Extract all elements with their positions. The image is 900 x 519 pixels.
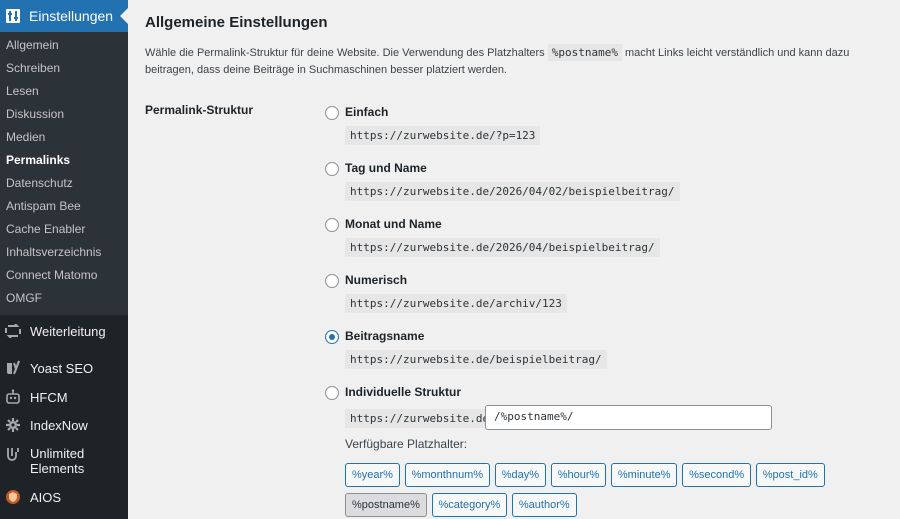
sidebar-item-schreiben[interactable]: Schreiben bbox=[0, 57, 128, 80]
sidebar-header-label: Einstellungen bbox=[29, 8, 114, 24]
sidebar-item-datenschutz[interactable]: Datenschutz bbox=[0, 172, 128, 195]
sidebar-item-weiterleitung[interactable]: Weiterleitung bbox=[0, 315, 128, 347]
option-label[interactable]: Monat und Name bbox=[345, 217, 442, 231]
option-example: https://zurwebsite.de/2026/04/02/beispie… bbox=[345, 182, 680, 201]
sidebar-item-antispam-bee[interactable]: Antispam Bee bbox=[0, 195, 128, 218]
sidebar-item-cache-enabler[interactable]: Cache Enabler bbox=[0, 218, 128, 241]
custom-structure-base: https://zurwebsite.de bbox=[345, 409, 495, 428]
custom-structure-input[interactable]: /%postname%/ bbox=[485, 405, 772, 430]
sidebar-item-diskussion[interactable]: Diskussion bbox=[0, 103, 128, 126]
sidebar-item-label: Yoast SEO bbox=[30, 360, 94, 376]
intro-code: %postname% bbox=[547, 44, 622, 61]
shield-icon bbox=[5, 489, 21, 505]
sidebar-item-lesen[interactable]: Lesen bbox=[0, 80, 128, 103]
settings-sliders-icon bbox=[5, 8, 21, 24]
radio-beitragsname[interactable] bbox=[325, 330, 339, 344]
radio-individuelle-struktur[interactable] bbox=[325, 386, 339, 400]
sidebar-item-label: AIOS bbox=[30, 489, 62, 505]
tag-button-minute[interactable]: %minute% bbox=[610, 463, 678, 487]
sidebar-item-inhaltsverzeichnis[interactable]: Inhaltsverzeichnis bbox=[0, 241, 128, 264]
option-label[interactable]: Beitragsname bbox=[345, 329, 424, 343]
option-label[interactable]: Tag und Name bbox=[345, 161, 427, 175]
sidebar-item-omgf[interactable]: OMGF bbox=[0, 287, 128, 310]
sidebar-header-settings[interactable]: Einstellungen bbox=[0, 0, 128, 32]
robot-icon bbox=[5, 389, 21, 405]
permalink-structure-label: Permalink-Struktur bbox=[145, 103, 254, 117]
unlimited-elements-icon bbox=[5, 446, 21, 462]
option-example: https://zurwebsite.de/archiv/123 bbox=[345, 294, 567, 313]
sidebar-item-label: HFCM bbox=[30, 389, 68, 405]
tag-button-category[interactable]: %category% bbox=[431, 493, 508, 517]
sidebar-item-connect-matomo[interactable]: Connect Matomo bbox=[0, 264, 128, 287]
main-content: Allgemeine Einstellungen Wähle die Perma… bbox=[128, 0, 900, 519]
sidebar-item-permalinks[interactable]: Permalinks bbox=[0, 149, 128, 172]
sidebar-item-medien[interactable]: Medien bbox=[0, 126, 128, 149]
tag-button-postname[interactable]: %postname% bbox=[345, 493, 427, 517]
option-label[interactable]: Einfach bbox=[345, 105, 388, 119]
tag-button-second[interactable]: %second% bbox=[682, 463, 752, 487]
radio-numerisch[interactable] bbox=[325, 274, 339, 288]
sidebar-item-label: Weiterleitung bbox=[30, 323, 106, 339]
redirect-icon bbox=[5, 323, 21, 339]
section-title: Allgemeine Einstellungen bbox=[145, 14, 328, 31]
tag-button-day[interactable]: %day% bbox=[494, 463, 547, 487]
radio-monat-und-name[interactable] bbox=[325, 218, 339, 232]
admin-sidebar: Einstellungen Allgemein Schreiben Lesen … bbox=[0, 0, 128, 519]
sidebar-item-aios[interactable]: AIOS bbox=[0, 483, 128, 511]
option-example: https://zurwebsite.de/2026/04/beispielbe… bbox=[345, 238, 660, 257]
sidebar-item-yoast-seo[interactable]: Yoast SEO bbox=[0, 353, 128, 383]
radio-einfach[interactable] bbox=[325, 106, 339, 120]
tag-button-hour[interactable]: %hour% bbox=[550, 463, 607, 487]
sidebar-item-label: IndexNow bbox=[30, 417, 88, 433]
sidebar-item-hfcm[interactable]: HFCM bbox=[0, 383, 128, 411]
tag-button-post-id[interactable]: %post_id% bbox=[755, 463, 825, 487]
option-label[interactable]: Individuelle Struktur bbox=[345, 385, 461, 399]
yoast-icon bbox=[5, 360, 21, 376]
tag-button-monthnum[interactable]: %monthnum% bbox=[404, 463, 491, 487]
sidebar-item-allgemein[interactable]: Allgemein bbox=[0, 34, 128, 57]
option-example: https://zurwebsite.de/beispielbeitrag/ bbox=[345, 350, 607, 369]
sidebar-item-label: Unlimited Elements bbox=[30, 446, 85, 476]
available-tags: %year% %monthnum% %day% %hour% %minute% … bbox=[345, 463, 865, 519]
available-tags-label: Verfügbare Platzhalter: bbox=[345, 437, 468, 451]
settings-submenu: Allgemein Schreiben Lesen Diskussion Med… bbox=[0, 32, 128, 315]
intro-text: Wähle die Permalink-Struktur für deine W… bbox=[145, 44, 895, 79]
gear-icon bbox=[5, 417, 21, 433]
sidebar-item-indexnow[interactable]: IndexNow bbox=[0, 411, 128, 439]
tag-button-author[interactable]: %author% bbox=[511, 493, 577, 517]
option-label[interactable]: Numerisch bbox=[345, 273, 407, 287]
option-example: https://zurwebsite.de/?p=123 bbox=[345, 126, 541, 145]
tag-button-year[interactable]: %year% bbox=[345, 463, 400, 487]
sidebar-item-unlimited-elements[interactable]: Unlimited Elements bbox=[0, 439, 128, 483]
radio-tag-und-name[interactable] bbox=[325, 162, 339, 176]
intro-text-before: Wähle die Permalink-Struktur für deine W… bbox=[145, 47, 548, 59]
